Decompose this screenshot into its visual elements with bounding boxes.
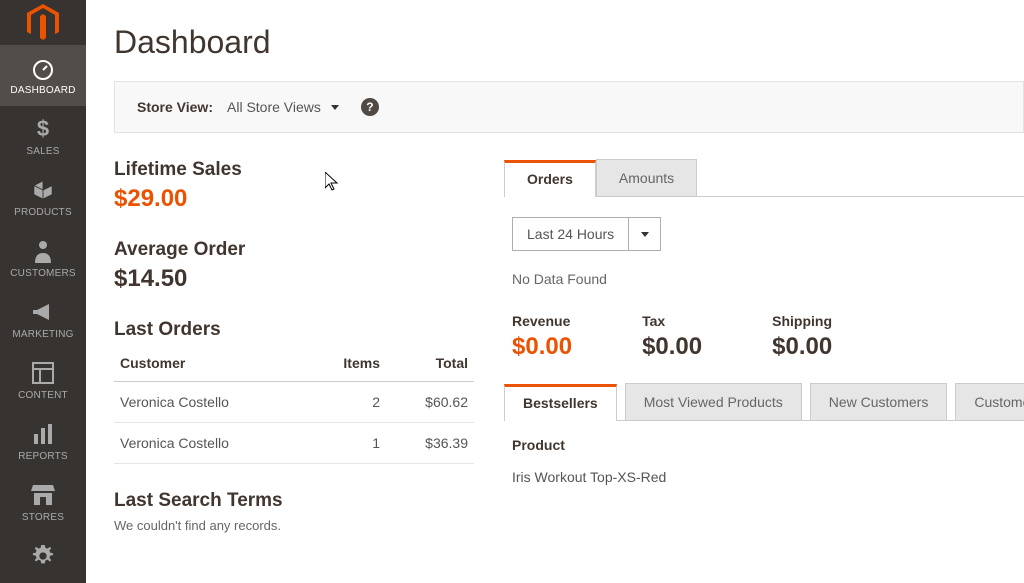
reports-icon (30, 421, 56, 447)
col-customer: Customer (114, 347, 308, 382)
no-data-message: No Data Found (504, 265, 1024, 307)
col-total: Total (386, 347, 474, 382)
nav-content[interactable]: CONTENT (0, 350, 86, 411)
nav-label: SALES (26, 146, 59, 157)
nav-system[interactable] (0, 533, 86, 583)
metric-tax: Tax $0.00 (642, 313, 702, 361)
nav-label: PRODUCTS (14, 207, 72, 218)
nav-label: CUSTOMERS (10, 268, 76, 279)
store-view-label: Store View: (137, 99, 213, 115)
average-order-value: $14.50 (114, 265, 474, 293)
table-row[interactable]: Veronica Costello 1 $36.39 (114, 423, 474, 464)
customers-icon (30, 238, 56, 264)
marketing-icon (30, 299, 56, 325)
time-filter-dropdown[interactable]: Last 24 Hours (512, 217, 661, 251)
tab-amounts[interactable]: Amounts (596, 159, 697, 196)
nav-reports[interactable]: REPORTS (0, 411, 86, 472)
dashboard-icon (30, 55, 56, 81)
chevron-down-icon[interactable] (628, 218, 660, 250)
average-order-title: Average Order (114, 239, 474, 261)
store-view-select[interactable]: All Store Views (227, 99, 339, 115)
last-search-title: Last Search Terms (114, 490, 474, 512)
nav-sales[interactable]: $ SALES (0, 106, 86, 167)
last-orders-title: Last Orders (114, 319, 474, 341)
nav-customers[interactable]: CUSTOMERS (0, 228, 86, 289)
metric-shipping: Shipping $0.00 (772, 313, 832, 361)
magento-logo[interactable] (0, 0, 86, 45)
col-items: Items (308, 347, 386, 382)
nav-products[interactable]: PRODUCTS (0, 167, 86, 228)
lifetime-sales-block: Lifetime Sales $29.00 (114, 159, 474, 213)
tab-bestsellers[interactable]: Bestsellers (504, 384, 617, 421)
sales-icon: $ (30, 116, 56, 142)
last-orders-table: Customer Items Total Veronica Costello 2… (114, 347, 474, 464)
average-order-block: Average Order $14.50 (114, 239, 474, 293)
tab-new-customers[interactable]: New Customers (810, 383, 948, 420)
tab-customers[interactable]: Customers (955, 383, 1024, 420)
nav-label: STORES (22, 512, 64, 523)
last-search-empty: We couldn't find any records. (114, 518, 474, 533)
content-icon (30, 360, 56, 386)
nav-stores[interactable]: STORES (0, 472, 86, 533)
nav-dashboard[interactable]: DASHBOARD (0, 45, 86, 106)
nav-marketing[interactable]: MARKETING (0, 289, 86, 350)
nav-label: REPORTS (18, 451, 68, 462)
nav-label: CONTENT (18, 390, 68, 401)
time-filter-value: Last 24 Hours (513, 218, 628, 250)
system-icon (30, 543, 56, 569)
nav-label: DASHBOARD (10, 85, 75, 96)
sidebar: DASHBOARD $ SALES PRODUCTS CUSTOMERS MAR… (0, 0, 86, 583)
products-icon (30, 177, 56, 203)
lifetime-sales-value: $29.00 (114, 185, 474, 213)
tab-orders[interactable]: Orders (504, 160, 596, 197)
chart-tabs: Orders Amounts (504, 159, 1024, 197)
tab-most-viewed[interactable]: Most Viewed Products (625, 383, 802, 420)
metric-revenue: Revenue $0.00 (512, 313, 572, 361)
product-row[interactable]: Iris Workout Top-XS-Red (504, 461, 1024, 493)
main-content: Dashboard Store View: All Store Views ? … (86, 0, 1024, 583)
table-row[interactable]: Veronica Costello 2 $60.62 (114, 382, 474, 423)
page-title: Dashboard (114, 0, 1024, 81)
product-tabs: Bestsellers Most Viewed Products New Cus… (504, 383, 1024, 421)
lifetime-sales-title: Lifetime Sales (114, 159, 474, 181)
help-icon[interactable]: ? (361, 98, 379, 116)
product-column-header: Product (504, 421, 1024, 461)
stores-icon (30, 482, 56, 508)
nav-label: MARKETING (12, 329, 73, 340)
store-view-bar: Store View: All Store Views ? (114, 81, 1024, 133)
